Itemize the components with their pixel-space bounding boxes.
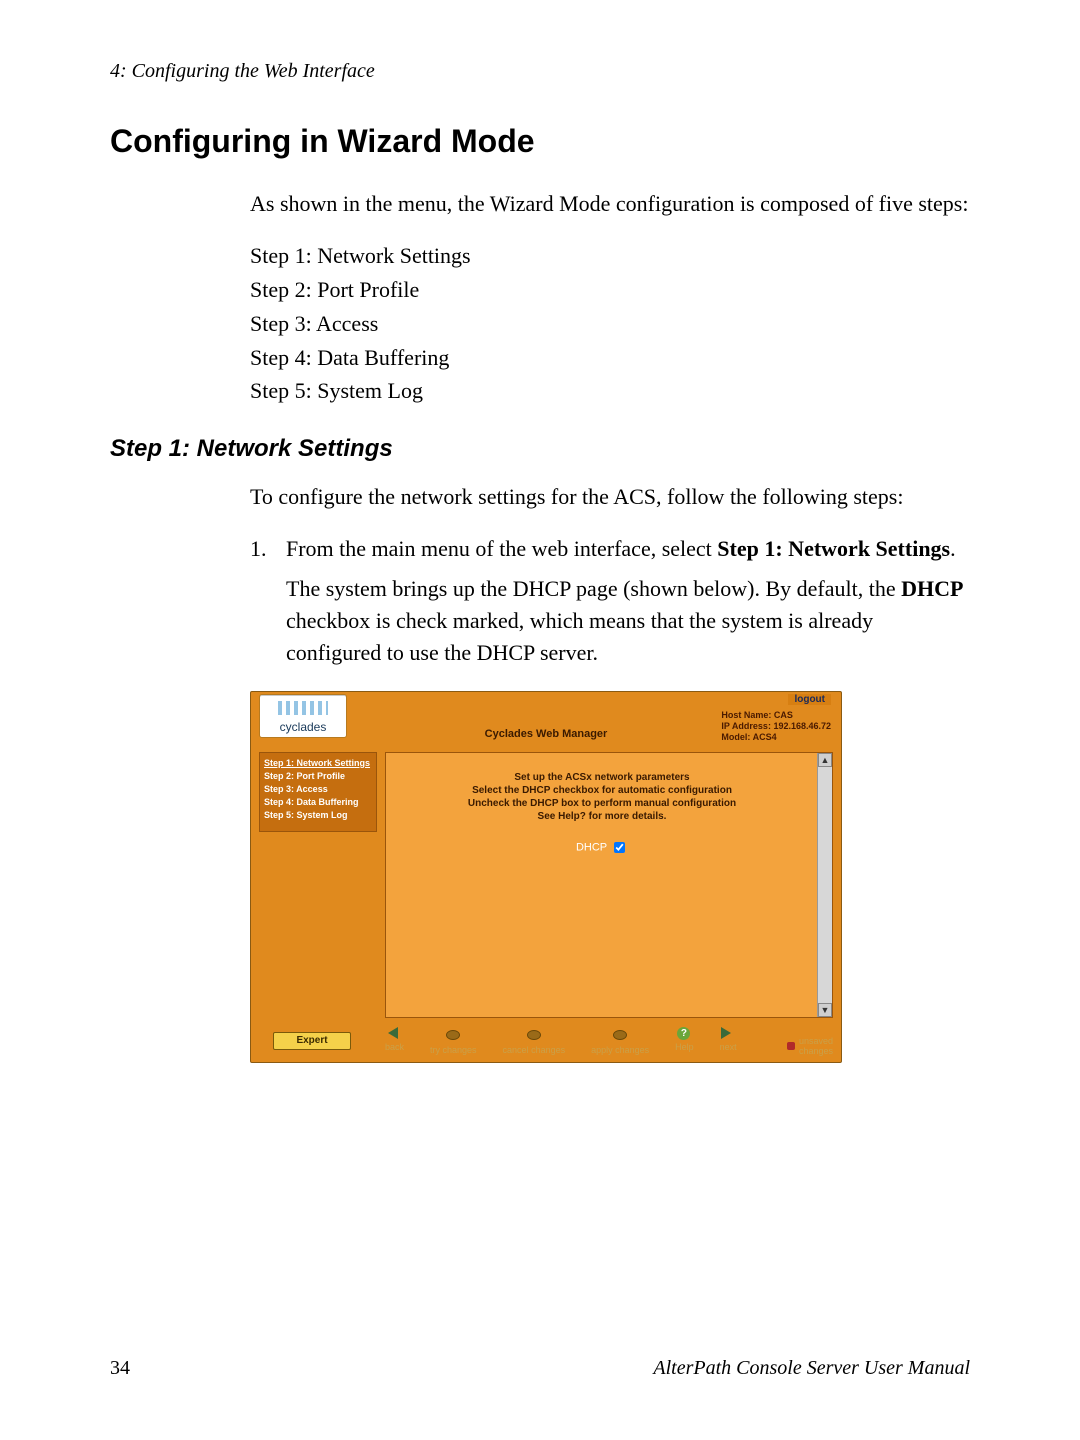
step-line: Step 3: Access — [250, 308, 970, 340]
list-item-1-line2: The system brings up the DHCP page (show… — [286, 573, 970, 669]
content-panel: ▲ ▼ Set up the ACSx network parameters S… — [385, 752, 833, 1018]
back-button[interactable]: back — [385, 1027, 404, 1056]
dhcp-row: DHCP — [386, 839, 818, 856]
step1-intro: To configure the network settings for th… — [250, 481, 970, 513]
steps-overview-list: Step 1: Network Settings Step 2: Port Pr… — [250, 240, 970, 407]
oval-icon — [613, 1030, 627, 1040]
unsaved-dot-icon — [787, 1042, 795, 1050]
oval-icon — [527, 1030, 541, 1040]
step-line: Step 5: System Log — [250, 375, 970, 407]
logo-stripes-icon — [278, 701, 328, 715]
list-item-1-line1: From the main menu of the web interface,… — [286, 533, 970, 565]
help-button[interactable]: ? Help — [675, 1027, 694, 1056]
sidebar-item-step4[interactable]: Step 4: Data Buffering — [264, 796, 372, 809]
scroll-down-icon[interactable]: ▼ — [818, 1003, 832, 1017]
instruction-text: Set up the ACSx network parameters Selec… — [386, 771, 818, 823]
sidebar-item-step5[interactable]: Step 5: System Log — [264, 809, 372, 822]
app-title: Cyclades Web Manager — [251, 728, 841, 740]
running-header: 4: Configuring the Web Interface — [110, 60, 970, 83]
screenshot-dhcp-page: cyclades logout Host Name: CAS IP Addres… — [250, 691, 842, 1063]
arrow-right-icon — [721, 1027, 731, 1039]
heading-step1: Step 1: Network Settings — [110, 435, 970, 463]
step-line: Step 1: Network Settings — [250, 240, 970, 272]
heading-configuring-wizard: Configuring in Wizard Mode — [110, 123, 970, 160]
arrow-left-icon — [388, 1027, 398, 1039]
sidebar-item-step1[interactable]: Step 1: Network Settings — [264, 757, 372, 770]
expert-button[interactable]: Expert — [273, 1032, 351, 1050]
dhcp-checkbox[interactable] — [614, 842, 625, 853]
list-number: 1. — [250, 533, 286, 669]
dhcp-label: DHCP — [576, 841, 607, 853]
wizard-sidebar: Step 1: Network Settings Step 2: Port Pr… — [259, 752, 377, 832]
try-changes-button[interactable]: try changes — [430, 1027, 477, 1056]
step-line: Step 2: Port Profile — [250, 274, 970, 306]
page-number: 34 — [110, 1357, 130, 1380]
manual-title: AlterPath Console Server User Manual — [653, 1357, 970, 1380]
host-name: Host Name: CAS — [721, 710, 831, 721]
sidebar-item-step2[interactable]: Step 2: Port Profile — [264, 770, 372, 783]
cancel-changes-button[interactable]: cancel changes — [503, 1027, 566, 1056]
help-icon: ? — [677, 1027, 690, 1040]
apply-changes-button[interactable]: apply changes — [591, 1027, 649, 1056]
sidebar-item-step3[interactable]: Step 3: Access — [264, 783, 372, 796]
footer-toolbar: back try changes cancel changes apply ch… — [385, 1022, 833, 1056]
scroll-up-icon[interactable]: ▲ — [818, 753, 832, 767]
logout-link[interactable]: logout — [788, 694, 831, 705]
step-line: Step 4: Data Buffering — [250, 342, 970, 374]
next-button[interactable]: next — [720, 1027, 737, 1056]
vertical-scrollbar[interactable]: ▲ ▼ — [817, 753, 832, 1017]
intro-paragraph: As shown in the menu, the Wizard Mode co… — [250, 188, 970, 220]
unsaved-changes-indicator: unsaved changes — [787, 1036, 833, 1056]
oval-icon — [446, 1030, 460, 1040]
